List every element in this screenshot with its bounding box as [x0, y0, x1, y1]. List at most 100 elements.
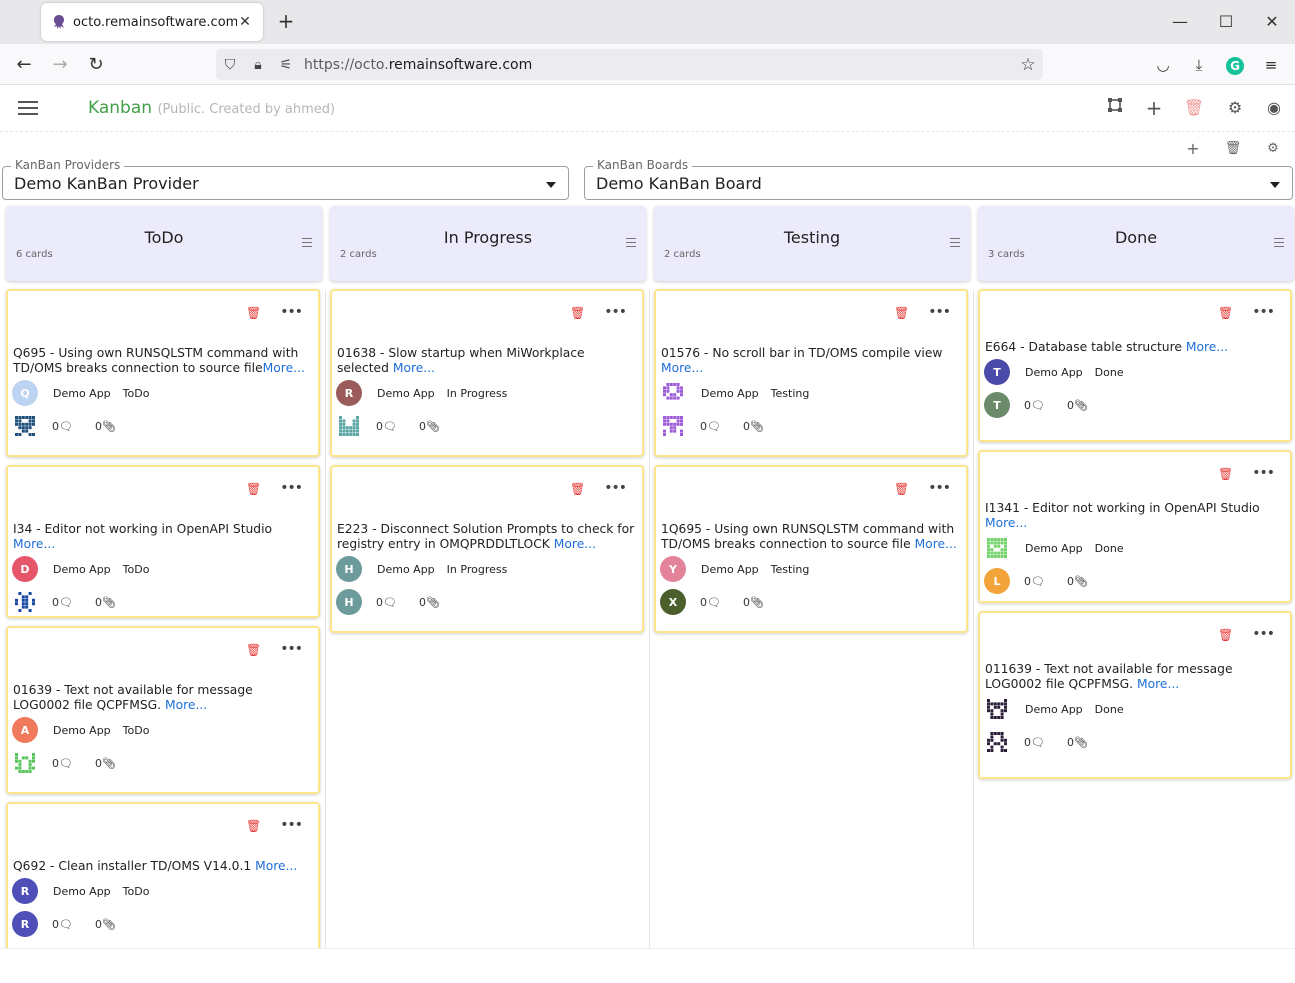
- attachment-count[interactable]: 0📎︎: [419, 420, 440, 433]
- back-icon[interactable]: ←: [11, 52, 37, 78]
- delete-card-icon[interactable]: 🗑︎: [246, 643, 261, 657]
- lock-icon[interactable]: 🔒︎: [244, 57, 272, 73]
- more-link[interactable]: More...: [393, 361, 435, 375]
- avatar[interactable]: Y: [660, 556, 686, 582]
- account-icon[interactable]: ◉: [1263, 97, 1285, 119]
- delete-card-icon[interactable]: 🗑︎: [1218, 467, 1233, 481]
- permissions-icon[interactable]: ⚟: [272, 57, 300, 73]
- delete-card-icon[interactable]: 🗑︎: [246, 306, 261, 320]
- column-menu-icon[interactable]: [950, 238, 960, 250]
- attachment-count[interactable]: 0📎︎: [95, 420, 116, 433]
- comment-count[interactable]: 0🗨︎: [52, 420, 73, 433]
- kanban-card[interactable]: 🗑︎ ••• 01638 - Slow startup when MiWorkp…: [330, 289, 644, 457]
- kanban-card[interactable]: 🗑︎ ••• E223 - Disconnect Solution Prompt…: [330, 465, 644, 633]
- column-menu-icon[interactable]: [1274, 238, 1284, 250]
- attachment-count[interactable]: 0📎︎: [1067, 399, 1088, 412]
- kanban-card[interactable]: 🗑︎ ••• I1341 - Editor not working in Ope…: [978, 450, 1292, 603]
- delete-card-icon[interactable]: 🗑︎: [1218, 628, 1233, 642]
- comment-count[interactable]: 0🗨︎: [1024, 736, 1045, 749]
- card-more-icon[interactable]: •••: [604, 481, 627, 495]
- avatar[interactable]: [984, 535, 1010, 561]
- attachment-count[interactable]: 0📎︎: [743, 596, 764, 609]
- board-settings-icon[interactable]: ⚙: [1264, 140, 1282, 158]
- delete-board-icon[interactable]: 🗑︎: [1224, 140, 1242, 158]
- url-text[interactable]: https://octo.remainsoftware.com: [304, 57, 1013, 73]
- more-link[interactable]: More...: [1186, 340, 1228, 354]
- kanban-card[interactable]: 🗑︎ ••• Q692 - Clean installer TD/OMS V14…: [6, 802, 320, 962]
- browser-tab[interactable]: octo.remainsoftware.com/ ✕: [41, 3, 263, 41]
- avatar[interactable]: L: [984, 568, 1010, 594]
- comment-count[interactable]: 0🗨︎: [52, 918, 73, 931]
- comment-count[interactable]: 0🗨︎: [700, 596, 721, 609]
- kanban-card[interactable]: 🗑︎ ••• 1Q695 - Using own RUNSQLSTM comma…: [654, 465, 968, 633]
- more-link[interactable]: More...: [915, 537, 957, 551]
- delete-card-icon[interactable]: 🗑︎: [894, 482, 909, 496]
- minimize-icon[interactable]: —: [1168, 10, 1192, 34]
- comment-count[interactable]: 0🗨︎: [52, 596, 73, 609]
- attachment-count[interactable]: 0📎︎: [1067, 736, 1088, 749]
- add-icon[interactable]: +: [1143, 97, 1165, 119]
- settings-gear-icon[interactable]: ⚙: [1224, 97, 1246, 119]
- close-tab-icon[interactable]: ✕: [237, 14, 253, 30]
- kanban-card[interactable]: 🗑︎ ••• 01639 - Text not available for me…: [6, 626, 320, 794]
- kanban-card[interactable]: 🗑︎ ••• 011639 - Text not available for m…: [978, 611, 1292, 779]
- attachment-count[interactable]: 0📎︎: [419, 596, 440, 609]
- comment-count[interactable]: 0🗨︎: [1024, 399, 1045, 412]
- delete-card-icon[interactable]: 🗑︎: [1218, 306, 1233, 320]
- avatar[interactable]: Q: [12, 380, 38, 406]
- bookmark-star-icon[interactable]: ☆: [1013, 55, 1043, 75]
- new-tab-button[interactable]: +: [274, 10, 298, 34]
- comment-count[interactable]: 0🗨︎: [376, 420, 397, 433]
- avatar[interactable]: H: [336, 589, 362, 615]
- attachment-count[interactable]: 0📎︎: [95, 918, 116, 931]
- delete-card-icon[interactable]: 🗑︎: [570, 306, 585, 320]
- attachment-count[interactable]: 0📎︎: [1067, 575, 1088, 588]
- boards-select[interactable]: KanBan Boards Demo KanBan Board: [584, 158, 1293, 200]
- close-window-icon[interactable]: ✕: [1260, 10, 1284, 34]
- add-board-icon[interactable]: +: [1184, 140, 1202, 158]
- more-link[interactable]: More...: [255, 859, 297, 873]
- avatar[interactable]: [660, 380, 686, 406]
- more-link[interactable]: More...: [985, 516, 1027, 530]
- maximize-icon[interactable]: ☐: [1214, 10, 1238, 34]
- kanban-card[interactable]: 🗑︎ ••• Q695 - Using own RUNSQLSTM comman…: [6, 289, 320, 457]
- avatar[interactable]: [984, 729, 1010, 755]
- card-more-icon[interactable]: •••: [604, 305, 627, 319]
- more-link[interactable]: More...: [661, 361, 703, 375]
- card-more-icon[interactable]: •••: [928, 305, 951, 319]
- more-link[interactable]: More...: [13, 537, 55, 551]
- avatar[interactable]: T: [984, 359, 1010, 385]
- avatar[interactable]: [336, 413, 362, 439]
- attachment-count[interactable]: 0📎︎: [743, 420, 764, 433]
- card-more-icon[interactable]: •••: [280, 305, 303, 319]
- menu-icon[interactable]: ≡: [1258, 52, 1284, 78]
- shield-icon[interactable]: ⛉: [216, 57, 244, 73]
- avatar[interactable]: [12, 750, 38, 776]
- card-more-icon[interactable]: •••: [280, 642, 303, 656]
- forward-icon[interactable]: →: [47, 52, 73, 78]
- grammarly-icon[interactable]: G: [1222, 52, 1248, 78]
- card-more-icon[interactable]: •••: [928, 481, 951, 495]
- delete-card-icon[interactable]: 🗑︎: [894, 306, 909, 320]
- card-more-icon[interactable]: •••: [1252, 305, 1275, 319]
- dropdown-arrow-icon[interactable]: [546, 182, 556, 188]
- kanban-card[interactable]: 🗑︎ ••• I34 - Editor not working in OpenA…: [6, 465, 320, 618]
- fullscreen-icon[interactable]: [1104, 97, 1126, 119]
- column-menu-icon[interactable]: [626, 238, 636, 250]
- avatar[interactable]: [660, 413, 686, 439]
- comment-count[interactable]: 0🗨︎: [700, 420, 721, 433]
- reload-icon[interactable]: ↻: [83, 52, 109, 78]
- column-menu-icon[interactable]: [302, 238, 312, 250]
- delete-card-icon[interactable]: 🗑︎: [570, 482, 585, 496]
- card-more-icon[interactable]: •••: [1252, 627, 1275, 641]
- delete-card-icon[interactable]: 🗑︎: [246, 819, 261, 833]
- kanban-card[interactable]: 🗑︎ ••• E664 - Database table structure M…: [978, 289, 1292, 442]
- providers-select[interactable]: KanBan Providers Demo KanBan Provider: [2, 158, 569, 200]
- avatar[interactable]: A: [12, 717, 38, 743]
- card-more-icon[interactable]: •••: [280, 481, 303, 495]
- more-link[interactable]: More...: [263, 361, 305, 375]
- comment-count[interactable]: 0🗨︎: [52, 757, 73, 770]
- attachment-count[interactable]: 0📎︎: [95, 757, 116, 770]
- attachment-count[interactable]: 0📎︎: [95, 596, 116, 609]
- more-link[interactable]: More...: [165, 698, 207, 712]
